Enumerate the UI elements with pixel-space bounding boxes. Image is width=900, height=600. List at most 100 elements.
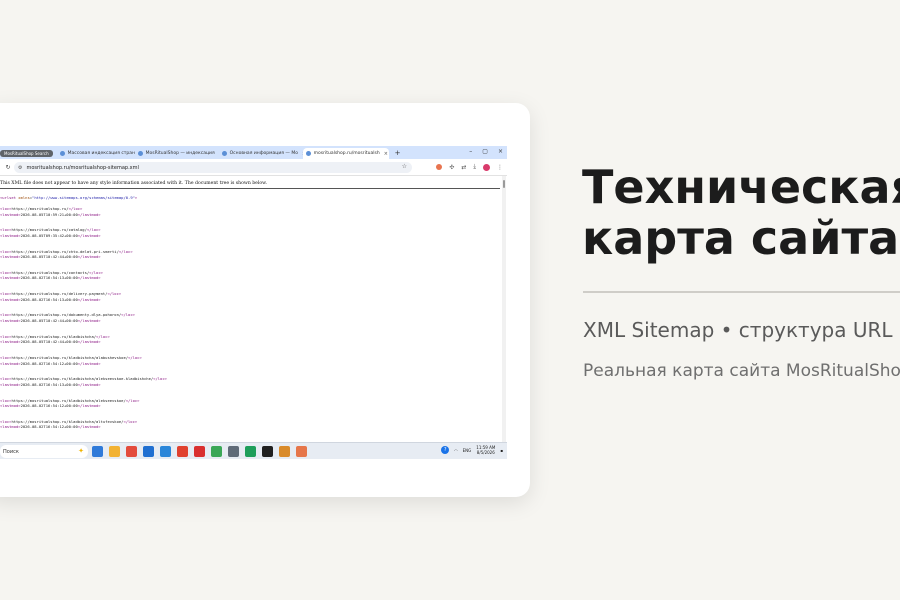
clock[interactable]: 11:59 AM 8/5/2026 xyxy=(476,445,495,455)
clock-date: 8/5/2026 xyxy=(476,450,495,455)
lastmod-value: 2026-08-05T09:35:42+00:00 xyxy=(20,232,78,238)
notification-icon[interactable]: ▪ xyxy=(500,448,503,453)
lastmod-value: 2026-08-02T16:54:12+00:00 xyxy=(20,360,78,366)
urlset-value: "http://www.sitemaps.org/schemas/sitemap… xyxy=(32,195,135,200)
loc-value: https://mosritualshop.ru/dokumenty-dlya-… xyxy=(11,312,122,318)
lastmod-value: 2026-08-05T10:42:44+00:00 xyxy=(20,254,78,260)
loc-value: https://mosritualshop.ru/kladbishcha/alt… xyxy=(11,418,124,424)
title-line-1: Техническая xyxy=(582,162,900,214)
extensions-puzzle-icon[interactable]: ✣ xyxy=(449,164,454,171)
taskbar-app-icon[interactable] xyxy=(143,446,154,457)
subtitle: XML Sitemap • структура URL xyxy=(583,318,893,342)
sitemap-url-entry: <loc>https://mosritualshop.ru/contacts/<… xyxy=(0,270,500,281)
loc-value: https://mosritualshop.ru/delivery-paymen… xyxy=(11,291,108,297)
lastmod-value: 2026-08-02T16:54:13+00:00 xyxy=(20,275,78,281)
taskbar-app-icon[interactable] xyxy=(194,446,205,457)
screenshot-card: MosRitualShop Search Массовая индексация … xyxy=(0,103,530,497)
taskbar-app-icon[interactable] xyxy=(177,446,188,457)
language-indicator[interactable]: ENG xyxy=(463,448,472,453)
scrollbar[interactable] xyxy=(502,176,506,442)
page-title: Техническая карта сайта xyxy=(582,162,900,264)
reload-icon[interactable]: ↻ xyxy=(4,164,12,171)
scrollbar-thumb[interactable] xyxy=(503,180,505,188)
lastmod-value: 2026-08-02T16:54:13+00:00 xyxy=(20,381,78,387)
loc-value: https://mosritualshop.ru/catalog/ xyxy=(11,227,87,233)
loc-value: https://mosritualshop.ru/contacts/ xyxy=(11,269,90,275)
lastmod-value: 2026-08-05T10:42:44+00:00 xyxy=(20,317,78,323)
xml-info-message: This XML file does not appear to have an… xyxy=(0,181,500,189)
taskbar-apps xyxy=(92,446,307,457)
browser-tab[interactable]: Основная информация — Mo× xyxy=(219,148,303,159)
browser-tab[interactable]: MosRitualShop — индексация× xyxy=(135,148,219,159)
sitemap-url-entry: <loc>https://mosritualshop.ru/chto-delat… xyxy=(0,249,500,260)
taskbar-app-icon[interactable] xyxy=(92,446,103,457)
extension-icon[interactable] xyxy=(436,164,443,170)
xml-viewer: This XML file does not appear to have an… xyxy=(0,176,507,442)
lastmod-line: <lastmod>2026-08-05T10:42:44+00:00</last… xyxy=(0,339,101,345)
lastmod-line: <lastmod>2026-08-05T09:35:42+00:00</last… xyxy=(0,232,101,238)
lastmod-value: 2026-08-02T16:54:13+00:00 xyxy=(20,296,78,302)
browser-tab[interactable]: mosritualshop.ru/mosritualsh × xyxy=(302,148,389,159)
sitemap-url-entry: <loc>https://mosritualshop.ru/catalog/</… xyxy=(0,227,500,238)
taskbar-app-icon[interactable] xyxy=(296,446,307,457)
tab-label: mosritualshop.ru/mosritualsh xyxy=(313,151,380,156)
lastmod-line: <lastmod>2026-08-02T16:54:13+00:00</last… xyxy=(0,381,101,387)
taskbar-app-icon[interactable] xyxy=(228,446,239,457)
sitemap-url-entry: <loc>https://mosritualshop.ru/delivery-p… xyxy=(0,291,500,302)
tab-group-label[interactable]: MosRitualShop Search xyxy=(0,150,53,157)
taskbar-app-icon[interactable] xyxy=(126,446,137,457)
bookmark-star-icon[interactable]: ☆ xyxy=(402,163,407,170)
minimize-icon[interactable]: – xyxy=(469,148,472,155)
maximize-icon[interactable]: ▢ xyxy=(482,148,488,155)
taskbar-app-icon[interactable] xyxy=(245,446,256,457)
sitemap-url-entry: <loc>https://mosritualshop.ru/kladbishch… xyxy=(0,355,500,366)
taskbar-app-icon[interactable] xyxy=(160,446,171,457)
taskbar-app-icon[interactable] xyxy=(279,446,290,457)
caption: Реальная карта сайта MosRitualShop xyxy=(583,361,900,381)
download-icon[interactable]: ⤓ xyxy=(473,163,476,171)
lastmod-line: <lastmod>2026-08-02T16:54:12+00:00</last… xyxy=(0,360,101,366)
browser-tab[interactable]: Массовая индексация страни× xyxy=(57,148,135,159)
close-window-icon[interactable]: × xyxy=(498,148,503,155)
urlset-tag: <urlset xyxy=(0,195,19,200)
taskbar-app-icon[interactable] xyxy=(262,446,273,457)
menu-dots-icon[interactable]: ⋮ xyxy=(497,164,503,171)
lastmod-line: <lastmod>2026-08-02T16:54:12+00:00</last… xyxy=(0,424,101,430)
sitemap-url-entry: <loc>https://mosritualshop.ru/</loc> <las… xyxy=(0,206,500,217)
new-tab-button[interactable]: + xyxy=(395,148,401,159)
tab-strip: MosRitualShop Search Массовая индексация … xyxy=(0,146,507,159)
toolbar-icons: ✣ ⇄ ⤓ ⋮ xyxy=(436,163,503,171)
system-tray: ? ◠ ENG 11:59 AM 8/5/2026 ▪ xyxy=(441,445,503,455)
help-icon[interactable]: ? xyxy=(441,446,450,454)
taskbar-app-icon[interactable] xyxy=(109,446,120,457)
lastmod-line: <lastmod>2026-08-02T16:54:13+00:00</last… xyxy=(0,275,101,281)
profile-avatar[interactable] xyxy=(483,163,490,171)
loc-value: https://mosritualshop.ru/chto-delat-pri-… xyxy=(11,248,119,254)
loc-value: https://mosritualshop.ru/kladbishcha/ xyxy=(11,333,97,339)
lastmod-line: <lastmod>2026-08-02T16:54:12+00:00</last… xyxy=(0,403,101,409)
browser-window: MosRitualShop Search Массовая индексация … xyxy=(0,146,507,459)
taskbar-search[interactable]: Поиск ✦ xyxy=(0,445,88,458)
lastmod-line: <lastmod>2026-08-05T10:42:44+00:00</last… xyxy=(0,254,101,260)
translate-icon[interactable]: ⇄ xyxy=(461,164,466,171)
sitemap-url-entry: <loc>https://mosritualshop.ru/kladbishch… xyxy=(0,398,500,409)
browser-toolbar: ↻ ⚙ mosritualshop.ru/mosritualshop-sitem… xyxy=(0,159,507,176)
loc-value: https://mosritualshop.ru/kladbishcha/ale… xyxy=(11,376,154,382)
tab-close-icon[interactable]: × xyxy=(384,151,388,157)
loc-value: https://mosritualshop.ru/kladbishcha/ala… xyxy=(11,355,129,361)
taskbar-app-icon[interactable] xyxy=(211,446,222,457)
network-icon[interactable]: ◠ xyxy=(454,448,458,453)
tab-label: Основная информация — Mo xyxy=(229,151,298,156)
lastmod-value: 2026-08-02T16:54:12+00:00 xyxy=(20,403,78,409)
tab-favicon-icon xyxy=(221,151,227,156)
taskbar-search-label: Поиск xyxy=(3,448,19,455)
lastmod-line: <lastmod>2026-08-05T10:59:21+00:00</last… xyxy=(0,211,101,217)
urlset-attr: xmlns xyxy=(18,195,30,200)
copilot-sparkle-icon[interactable]: ✦ xyxy=(78,447,84,455)
address-bar[interactable]: ⚙ mosritualshop.ru/mosritualshop-sitemap… xyxy=(14,162,412,173)
urlset-line: <urlset xmlns="http://www.sitemaps.org/s… xyxy=(0,195,138,200)
sitemap-url-entry: <loc>https://mosritualshop.ru/kladbishch… xyxy=(0,419,500,430)
loc-value: https://mosritualshop.ru/ xyxy=(11,206,69,211)
tab-favicon-icon xyxy=(305,151,311,156)
site-info-icon[interactable]: ⚙ xyxy=(18,165,22,171)
